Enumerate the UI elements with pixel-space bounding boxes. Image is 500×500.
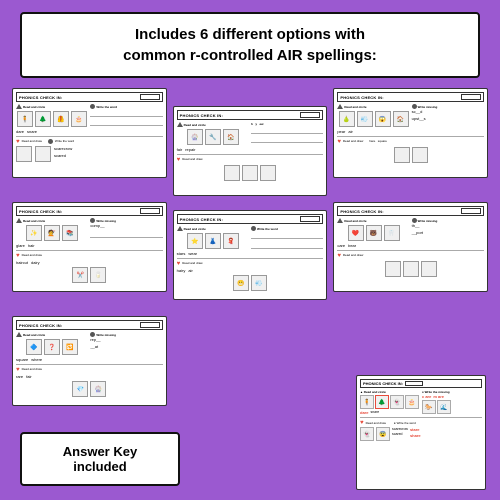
- worksheet-4: PHONICS CHECK IN: Read and circle ✨ 💇 📚 …: [12, 202, 167, 292]
- answer-key-ws-title: PHONICS CHECK IN:: [360, 379, 482, 388]
- top-banner-text: Includes 6 different options with common…: [123, 26, 377, 64]
- top-banner: Includes 6 different options with common…: [20, 12, 480, 78]
- ws-title-7: PHONICS CHECK IN:: [16, 320, 163, 330]
- worksheets-grid: PHONICS CHECK IN: Read and circle 🧍 🌲 🦺 …: [12, 88, 488, 406]
- worksheet-1: PHONICS CHECK IN: Read and circle 🧍 🌲 🦺 …: [12, 88, 167, 178]
- ws-title-4: PHONICS CHECK IN:: [16, 206, 163, 216]
- ws-title-5: PHONICS CHECK IN:: [177, 214, 324, 224]
- ws-img: 🎂: [71, 111, 87, 127]
- ws-title-1: PHONICS CHECK IN:: [16, 92, 163, 102]
- ws-img-draw: [35, 146, 51, 162]
- ws-title-3: PHONICS CHECK IN:: [337, 92, 484, 102]
- worksheet-2: PHONICS CHECK IN: Read and circle 🎡 🔧 🏠 …: [173, 106, 328, 196]
- worksheet-6: PHONICS CHECK IN: Read and circle ❤️ 🐻 🦷…: [333, 202, 488, 292]
- worksheet-5: PHONICS CHECK IN: Read and circle ⭐ 👗 🧣 …: [173, 210, 328, 300]
- answer-key-worksheet: PHONICS CHECK IN: ▲ Read and circle 🧍 🌲 …: [356, 375, 486, 490]
- ws-img: 🦺: [53, 111, 69, 127]
- worksheet-3: PHONICS CHECK IN: Read and circle 🍐 💨 😱 …: [333, 88, 488, 178]
- worksheet-7: PHONICS CHECK IN: Read and circle 🔷 ❓ 🔁 …: [12, 316, 167, 406]
- ws-img: 🌲: [35, 111, 51, 127]
- answer-key-box: Answer Key included: [20, 432, 180, 486]
- ws-img: 🧍: [17, 111, 33, 127]
- ws-title-2: PHONICS CHECK IN:: [177, 110, 324, 120]
- ws-img-draw: [16, 146, 32, 162]
- ws-title-6: PHONICS CHECK IN:: [337, 206, 484, 216]
- answer-key-label: Answer Key included: [63, 444, 137, 474]
